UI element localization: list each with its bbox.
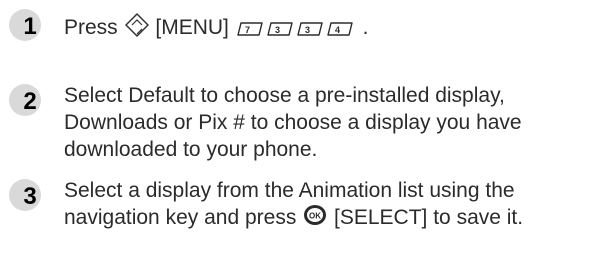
step-number-badge: 3 <box>8 177 48 213</box>
svg-text:OK: OK <box>309 212 321 221</box>
navigation-menu-key-icon <box>124 12 150 45</box>
step-text: Press [MENU] 7 3 3 4 . <box>64 12 584 45</box>
step-text-period: . <box>362 16 369 40</box>
select-label: [SELECT] <box>334 206 428 230</box>
step-number: 3 <box>23 183 36 210</box>
keypad-key-icon: 7 <box>237 21 263 36</box>
step-number-badge: 2 <box>8 82 48 118</box>
keypad-key-icon: 3 <box>297 21 323 36</box>
keypad-key-icon: 3 <box>267 21 293 36</box>
keypad-key-label: 4 <box>335 25 340 35</box>
ok-key-icon: OK <box>302 204 328 233</box>
keypad-key-label: 3 <box>305 25 310 35</box>
step-text-post: to save it. <box>433 206 524 230</box>
keypad-key-icon: 4 <box>327 21 353 36</box>
key-sequence: 7 3 3 4 <box>235 16 355 39</box>
step-number: 1 <box>23 13 36 40</box>
step-text-press: Press <box>64 16 118 40</box>
menu-label: [MENU] <box>155 16 229 40</box>
step-text: Select Default to choose a pre-installed… <box>64 84 522 161</box>
keypad-key-label: 3 <box>275 25 280 35</box>
step-text: Select a display from the Animation list… <box>64 177 584 233</box>
keypad-key-label: 7 <box>245 25 250 35</box>
step-number-badge: 1 <box>8 7 48 43</box>
step-number: 2 <box>23 88 36 115</box>
